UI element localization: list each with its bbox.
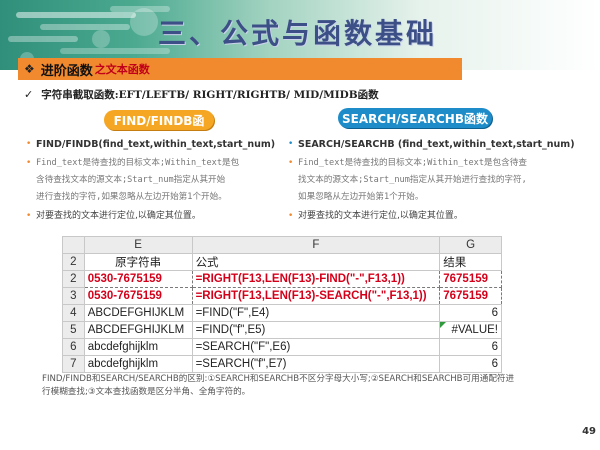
row-number[interactable]: 5 xyxy=(62,321,85,339)
description-line: Find_text是待查找的目标文本;Within_text是包 xyxy=(36,158,240,168)
find-syntax-item: • FIND/FINDB(find_text,within_text,start… xyxy=(26,136,284,153)
find-description-item: • Find_text是待查找的目标文本;Within_text是包 含待查找文… xyxy=(26,155,284,206)
find-description: Find_text是待查找的目标文本;Within_text是包 含待查找文本的… xyxy=(36,155,239,206)
table-cell[interactable]: 6 xyxy=(439,355,502,373)
table-cell[interactable]: 6 xyxy=(439,338,502,356)
table-row: 6 abcdefghijklm =SEARCH("F",E6) 6 xyxy=(62,338,502,356)
check-icon: ✓ xyxy=(24,87,34,101)
description-line: 找文本的源文本;Start_num指定从其开始进行查找的字符, xyxy=(298,175,527,185)
decorative-stripe xyxy=(60,48,170,54)
column-header[interactable]: E xyxy=(83,236,193,254)
table-row: 4 ABCDEFGHIJKLM =FIND("F",E4) 6 xyxy=(62,304,502,322)
table-cell[interactable]: 7675159 xyxy=(439,287,502,305)
table-row: 2 0530-7675159 =RIGHT(F13,LEN(F13)-FIND(… xyxy=(62,270,502,288)
table-cell[interactable]: abcdefghijklm xyxy=(83,355,193,373)
find-note-item: • 对要查找的文本进行定位,以确定其位置。 xyxy=(26,208,284,225)
table-row: 3 0530-7675159 =RIGHT(F13,LEN(F13)-SEARC… xyxy=(62,287,502,305)
table-cell[interactable]: ABCDEFGHIJKLM xyxy=(83,304,193,322)
table-cell[interactable]: =FIND("F",E4) xyxy=(191,304,441,322)
search-note-item: • 对要查找的文本进行定位,以确定其位置。 xyxy=(288,208,588,225)
table-cell[interactable]: 原字符串 xyxy=(83,253,193,271)
decorative-stripe xyxy=(40,24,130,30)
table-cell[interactable]: 0530-7675159 xyxy=(83,270,193,288)
page-number: 49 xyxy=(582,426,596,437)
row-number[interactable]: 2 xyxy=(62,253,85,271)
table-cell[interactable]: 7675159 xyxy=(439,270,502,288)
find-column: • FIND/FINDB(find_text,within_text,start… xyxy=(26,136,284,225)
search-syntax-item: • SEARCH/SEARCHB (find_text,within_text,… xyxy=(288,136,588,153)
row-number[interactable]: 6 xyxy=(62,338,85,356)
subheading-text: 字符串截取函数:EFT/LEFTB/ RIGHT/RIGHTB/ MID/MID… xyxy=(41,88,379,101)
page-title: 三、公式与函数基础 xyxy=(158,17,438,50)
column-header[interactable]: G xyxy=(439,236,502,254)
search-syntax: SEARCH/SEARCHB (find_text,within_text,st… xyxy=(298,139,575,150)
row-number[interactable]: 2 xyxy=(62,270,85,288)
table-cell[interactable]: 0530-7675159 xyxy=(83,287,193,305)
section-title: 进阶函数 xyxy=(40,63,93,79)
table-cell[interactable]: =RIGHT(F13,LEN(F13)-SEARCH("-",F13,1)) xyxy=(191,287,441,305)
decorative-stripe xyxy=(16,12,136,18)
table-cell[interactable]: =SEARCH("F",E6) xyxy=(191,338,441,356)
bullet-icon: • xyxy=(288,211,294,221)
description-line: 含待查找文本的源文本;Start_num指定从其开始 xyxy=(36,175,226,185)
table-row: 2 原字符串 公式 结果 xyxy=(62,253,502,271)
table-cell[interactable]: 结果 xyxy=(439,253,502,271)
table-row: 7 abcdefghijklm =SEARCH("f",E7) 6 xyxy=(62,355,502,373)
section-subtitle: 之文本函数 xyxy=(94,63,150,76)
find-badge: FIND/FINDB函 xyxy=(104,110,214,130)
search-description-item: • Find_text是待查找的目标文本;Within_text是包含待查 找文… xyxy=(288,155,588,206)
corner-cell[interactable] xyxy=(62,236,85,254)
row-number[interactable]: 4 xyxy=(62,304,85,322)
decorative-stripe xyxy=(8,36,78,42)
table-cell[interactable]: 6 xyxy=(439,304,502,322)
table-cell[interactable]: =SEARCH("f",E7) xyxy=(191,355,441,373)
decorative-bubble xyxy=(92,30,110,48)
find-syntax: FIND/FINDB(find_text,within_text,start_n… xyxy=(36,139,276,150)
column-header-row: E F G xyxy=(62,236,502,254)
bullet-icon: • xyxy=(288,158,294,168)
table-row: 5 ABCDEFGHIJKLM =FIND("f",E5) #VALUE! xyxy=(62,321,502,339)
search-description: Find_text是待查找的目标文本;Within_text是包含待查 找文本的… xyxy=(298,155,527,206)
description-line: Find_text是待查找的目标文本;Within_text是包含待查 xyxy=(298,158,527,168)
row-number[interactable]: 3 xyxy=(62,287,85,305)
spreadsheet: E F G 2 原字符串 公式 结果 2 0530-7675159 =RIGHT… xyxy=(62,236,502,373)
column-header[interactable]: F xyxy=(191,236,441,254)
table-cell[interactable]: 公式 xyxy=(191,253,441,271)
description-line: 如果忽略从左边开始第1个开始。 xyxy=(298,192,424,202)
error-cell[interactable]: #VALUE! xyxy=(439,321,502,339)
search-note: 对要查找的文本进行定位,以确定其位置。 xyxy=(298,211,463,221)
bullet-icon: • xyxy=(26,211,32,221)
search-column: • SEARCH/SEARCHB (find_text,within_text,… xyxy=(288,136,588,225)
description-line: 进行查找的字符,如果忽略从左边开始第1个开始。 xyxy=(36,192,227,202)
section-heading-bar: ❖ 进阶函数 之文本函数 xyxy=(18,58,462,80)
table-cell[interactable]: =RIGHT(F13,LEN(F13)-FIND("-",F13,1)) xyxy=(191,270,441,288)
subheading: ✓ 字符串截取函数:EFT/LEFTB/ RIGHT/RIGHTB/ MID/M… xyxy=(24,86,444,102)
note-line: 行模糊查找;③文本查找函数是区分半角、全角字符的。 xyxy=(42,387,251,397)
decorative-bubble xyxy=(130,8,158,36)
table-cell[interactable]: abcdefghijklm xyxy=(83,338,193,356)
diamond-bullet-icon: ❖ xyxy=(24,62,35,76)
find-note: 对要查找的文本进行定位,以确定其位置。 xyxy=(36,211,201,221)
bullet-icon: • xyxy=(26,139,32,149)
bullet-icon: • xyxy=(288,139,294,149)
table-cell[interactable]: ABCDEFGHIJKLM xyxy=(83,321,193,339)
search-badge: SEARCH/SEARCHB函数 xyxy=(338,108,492,128)
table-cell[interactable]: =FIND("f",E5) xyxy=(191,321,441,339)
bullet-icon: • xyxy=(26,158,32,168)
row-number[interactable]: 7 xyxy=(62,355,85,373)
note-line: FIND/FINDB和SEARCH/SEARCHB的区别:①SEARCH和SEA… xyxy=(42,374,515,384)
comparison-note: FIND/FINDB和SEARCH/SEARCHB的区别:①SEARCH和SEA… xyxy=(42,373,582,399)
